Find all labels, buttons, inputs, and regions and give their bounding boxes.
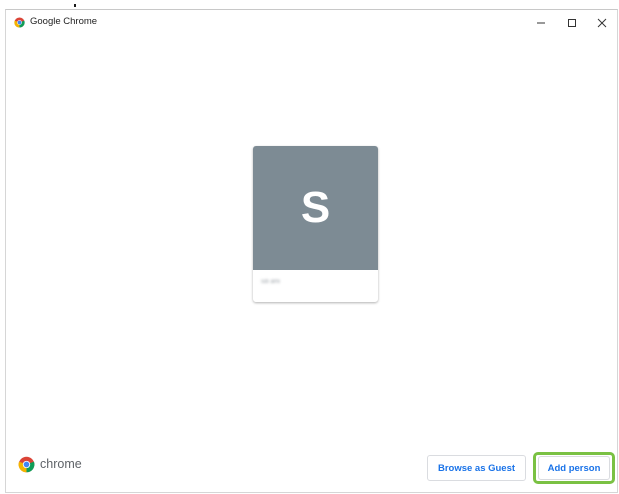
browse-as-guest-button[interactable]: Browse as Guest <box>427 455 526 481</box>
profile-picker-window: Google Chrome S sdi ami <box>5 9 618 493</box>
chrome-logo-icon <box>14 17 25 28</box>
add-person-button[interactable]: Add person <box>538 456 610 480</box>
profile-name: sdi ami <box>261 279 281 285</box>
title-bar[interactable]: Google Chrome <box>6 10 617 36</box>
maximize-icon <box>568 19 576 27</box>
chrome-logo-icon <box>18 456 35 472</box>
window-title: Google Chrome <box>30 16 98 27</box>
minimize-button[interactable] <box>528 10 554 36</box>
close-button[interactable] <box>589 10 615 36</box>
avatar-initial: S <box>300 183 331 232</box>
maximize-button[interactable] <box>559 10 585 36</box>
minimize-icon <box>537 22 545 24</box>
chrome-branding: chrome <box>18 455 82 473</box>
close-icon <box>597 18 607 28</box>
avatar: S <box>253 146 378 270</box>
stray-mark <box>74 4 76 7</box>
brand-text: chrome <box>40 456 82 471</box>
profile-card[interactable]: S sdi ami <box>253 146 378 302</box>
screen: Google Chrome S sdi ami chrome Browse as… <box>0 0 619 494</box>
